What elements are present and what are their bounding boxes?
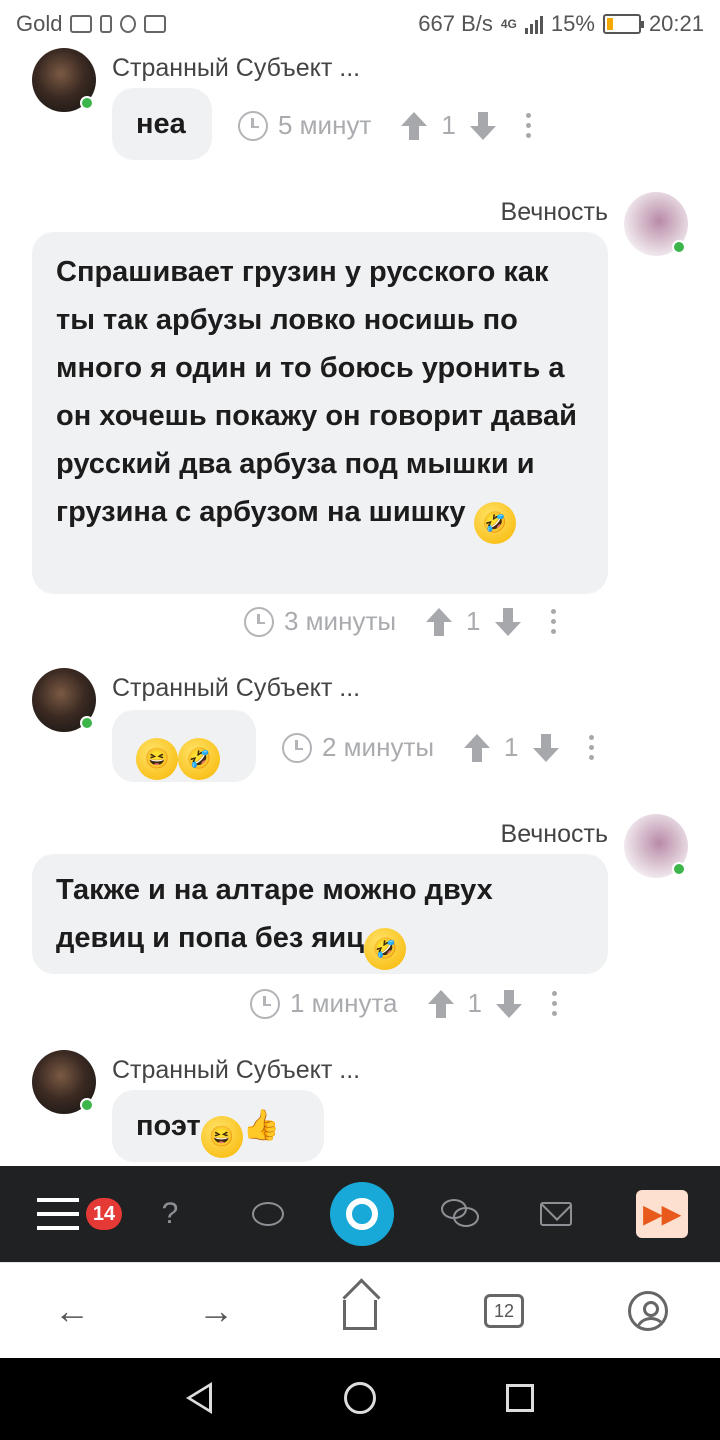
online-indicator [672,862,686,876]
message-bubble[interactable]: неа [112,88,212,160]
home-icon[interactable] [338,1289,382,1333]
carrier-label: Gold [16,11,63,36]
message-bubble[interactable]: Спрашивает грузин у русского как ты так … [32,232,608,594]
message-text: Также и на алтаре можно двух девиц и поп… [56,874,493,954]
profile-icon[interactable] [626,1289,670,1333]
message-time: 5 минут [278,110,372,140]
vote-count: 1 [441,110,456,140]
menu-icon[interactable] [36,1190,80,1238]
vote-count: 1 [466,606,481,636]
rofl-emoji: 🤣 [178,738,220,780]
network-type: 4G [500,17,517,31]
message-meta: 3 минуты 1 [244,606,556,637]
upvote-icon[interactable] [427,989,454,1018]
clock-icon [282,732,312,763]
online-indicator [672,240,686,254]
message-text: поэт [136,1110,201,1142]
forward-arrow-icon[interactable]: → [194,1289,238,1333]
message-author[interactable]: Странный Субъект ... [112,54,360,83]
upvote-icon[interactable] [464,733,491,762]
more-options-icon[interactable] [552,991,557,1016]
message-bubble[interactable]: Также и на алтаре можно двух девиц и поп… [32,854,608,974]
more-options-icon[interactable] [550,609,556,634]
sim-icon [100,15,113,33]
message-meta: 1 минута 1 [250,988,557,1019]
laughing-emoji: 😆 [200,1116,243,1158]
chat-feed[interactable]: Странный Субъект ... неа 5 минут 1 Вечно… [0,48,720,1166]
activity-icon [70,15,93,33]
system-back-icon[interactable] [186,1382,212,1414]
message-author[interactable]: Странный Субъект ... [112,674,360,703]
message-author[interactable]: Странный Субъект ... [112,1056,360,1085]
chat-icon[interactable] [248,1190,288,1238]
status-bar: Gold 667 B/s 4G 15% 20:21 [0,0,720,48]
main-action-button[interactable] [330,1182,394,1246]
vote-count: 1 [504,732,519,762]
online-indicator [80,96,94,110]
tabs-count: 12 [484,1294,524,1328]
message-text: Спрашивает грузин у русского как ты так … [56,256,577,528]
more-options-icon[interactable] [525,113,531,138]
message-time: 3 минуты [284,606,397,636]
message-time: 2 минуты [322,732,435,762]
clock-icon [244,606,274,637]
mail-icon[interactable] [536,1190,576,1238]
online-indicator [80,716,94,730]
rofl-emoji: 🤣 [473,502,516,544]
thumbs-up-emoji: 👍 [242,1109,281,1142]
message-author[interactable]: Вечность [501,198,608,227]
more-options-icon[interactable] [588,735,594,760]
system-home-icon[interactable] [344,1382,376,1414]
message-time: 1 минута [290,988,398,1018]
message-meta: 5 минут 1 [238,110,531,141]
network-speed: 667 B/s [418,11,493,36]
tabs-icon[interactable]: 12 [482,1289,526,1333]
message-text: неа [136,108,186,140]
battery-percent: 15% [550,11,595,36]
browser-toolbar: ← → 12 [0,1262,720,1358]
mail-status-icon [144,15,167,33]
downvote-icon[interactable] [469,111,496,140]
upvote-icon[interactable] [401,111,428,140]
signal-icon [524,14,543,34]
system-nav-bar [0,1358,720,1440]
message-bubble[interactable]: поэт 😆 👍 [112,1090,324,1162]
rofl-emoji: 🤣 [363,928,406,970]
upvote-icon[interactable] [426,607,453,636]
battery-icon [602,14,644,34]
clock-icon [238,110,268,141]
fast-forward-icon[interactable]: ▶▶ [636,1190,688,1238]
back-arrow-icon[interactable]: ← [50,1289,94,1333]
notifications-badge[interactable]: 14 [86,1198,122,1230]
downvote-icon[interactable] [496,989,522,1018]
clock-time: 20:21 [648,11,704,36]
vote-count: 1 [467,988,482,1018]
laughing-emoji: 😆 [136,738,178,780]
opera-icon [120,15,137,33]
online-indicator [80,1098,94,1112]
message-meta: 2 минуты 1 [282,732,594,763]
downvote-icon[interactable] [494,607,521,636]
message-bubble[interactable]: 😆 🤣 [112,710,256,782]
message-author[interactable]: Вечность [501,820,608,849]
clock-icon [250,988,280,1019]
discussions-icon[interactable] [438,1190,482,1238]
system-recents-icon[interactable] [506,1384,534,1412]
help-icon[interactable]: ? [150,1190,190,1238]
downvote-icon[interactable] [532,733,559,762]
